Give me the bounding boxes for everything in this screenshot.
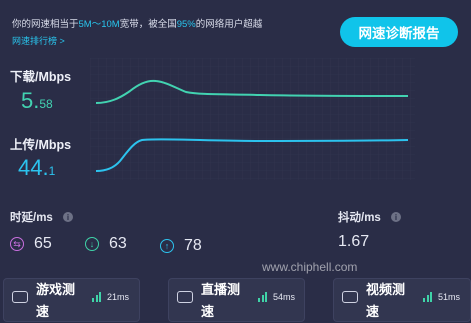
- video-speed-test-card[interactable]: 视频测速 51ms: [333, 278, 471, 322]
- speed-curve-chart: [90, 58, 415, 180]
- download-speed-int: 5.: [21, 88, 40, 113]
- jitter-value: 1.67: [338, 233, 370, 250]
- latency-metric-download: ↓ 63: [85, 235, 127, 253]
- summary-band: 5M～10M: [78, 19, 120, 30]
- live-speed-test-label: 直播测速: [201, 282, 241, 319]
- video-play-icon: [342, 291, 358, 303]
- download-speed-value: 5.58: [21, 88, 53, 114]
- upload-speed-decimal: 1: [48, 164, 56, 178]
- jitter-info-icon[interactable]: i: [391, 212, 401, 222]
- upload-speed-int: 44.: [18, 155, 49, 180]
- game-speed-test-label: 游戏测速: [36, 282, 76, 319]
- video-latency-ms: 51ms: [438, 292, 461, 302]
- upload-speed-value: 44.1: [18, 155, 55, 181]
- latency-info-icon[interactable]: i: [63, 212, 73, 222]
- summary-prefix: 你的网速相当于: [12, 19, 79, 30]
- latency-download-value: 63: [109, 235, 127, 252]
- signal-bars-icon: [258, 290, 267, 302]
- latency-idle-value: 65: [34, 235, 52, 252]
- tv-icon: [177, 291, 193, 303]
- jitter-title: 抖动/ms: [338, 212, 381, 224]
- latency-metric-idle: ⇆ 65: [10, 235, 52, 253]
- swap-arrows-icon: ⇆: [10, 237, 24, 251]
- upload-label: 上传/Mbps: [10, 138, 72, 152]
- down-arrow-icon: ↓: [85, 237, 99, 251]
- download-speed-decimal: 58: [39, 97, 53, 111]
- game-latency-ms: 21ms: [107, 292, 130, 302]
- summary-percentile: 95%: [176, 19, 196, 30]
- up-arrow-icon: ↑: [160, 239, 174, 253]
- summary-suffix: 的网络用户超越: [195, 19, 263, 30]
- chart-grid: [90, 58, 415, 180]
- latency-title: 时延/ms: [10, 212, 53, 224]
- signal-bars-icon: [423, 290, 432, 302]
- jitter-metric: 1.67: [338, 233, 369, 251]
- download-label: 下载/Mbps: [10, 70, 72, 84]
- live-speed-test-card[interactable]: 直播测速 54ms: [168, 278, 305, 322]
- speed-summary: 你的网速相当于5M～10M宽带，被全国95%的网络用户超越: [12, 16, 262, 30]
- summary-mid: 宽带，被全国: [119, 19, 177, 30]
- latency-upload-value: 78: [184, 237, 202, 254]
- video-speed-test-label: 视频测速: [366, 282, 406, 319]
- latency-metric-upload: ↑ 78: [160, 237, 202, 255]
- speed-diagnosis-report-button[interactable]: 网速诊断报告: [340, 17, 458, 47]
- speed-ranking-link[interactable]: 网速排行榜 >: [12, 34, 65, 47]
- live-latency-ms: 54ms: [273, 292, 296, 302]
- signal-bars-icon: [92, 290, 101, 302]
- game-speed-test-card[interactable]: 游戏测速 21ms: [3, 278, 140, 322]
- gamepad-icon: [12, 291, 28, 303]
- watermark: www.chiphell.com: [262, 260, 358, 274]
